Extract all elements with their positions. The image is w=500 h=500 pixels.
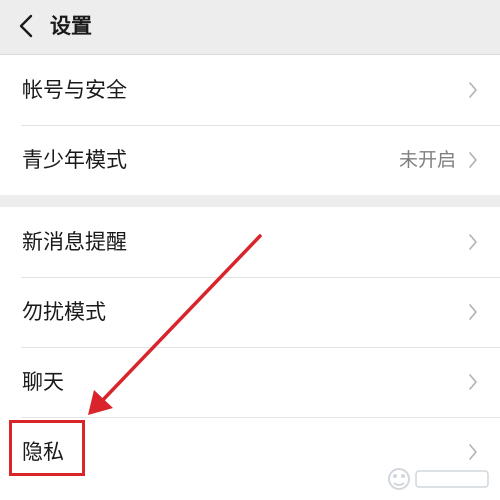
chevron-right-icon xyxy=(469,152,477,168)
settings-item-label: 新消息提醒 xyxy=(22,230,127,254)
chevron-right-icon xyxy=(469,374,477,390)
chevron-left-icon xyxy=(19,14,33,38)
settings-item-label: 隐私 xyxy=(22,440,64,464)
page-title: 设置 xyxy=(50,14,92,38)
chevron-right-icon xyxy=(469,444,477,460)
settings-item-privacy[interactable]: 隐私 xyxy=(0,417,500,487)
settings-item-label: 勿扰模式 xyxy=(22,300,106,324)
settings-item-account-security[interactable]: 帐号与安全 xyxy=(0,55,500,125)
chevron-right-icon xyxy=(469,82,477,98)
settings-item-label: 青少年模式 xyxy=(22,148,127,172)
chevron-right-icon xyxy=(469,304,477,320)
settings-item-label: 聊天 xyxy=(22,370,64,394)
settings-item-new-message-alerts[interactable]: 新消息提醒 xyxy=(0,207,500,277)
settings-group-account: 帐号与安全 青少年模式 未开启 xyxy=(0,55,500,195)
teen-mode-status: 未开启 xyxy=(398,149,456,171)
title-bar: 设置 xyxy=(0,0,500,55)
settings-group-general: 新消息提醒 勿扰模式 聊天 隐私 xyxy=(0,207,500,500)
settings-item-do-not-disturb[interactable]: 勿扰模式 xyxy=(0,277,500,347)
settings-item-label: 帐号与安全 xyxy=(22,78,127,102)
chevron-right-icon xyxy=(469,234,477,250)
settings-item-teen-mode[interactable]: 青少年模式 未开启 xyxy=(0,125,500,195)
back-button[interactable] xyxy=(6,6,46,46)
settings-item-chat[interactable]: 聊天 xyxy=(0,347,500,417)
